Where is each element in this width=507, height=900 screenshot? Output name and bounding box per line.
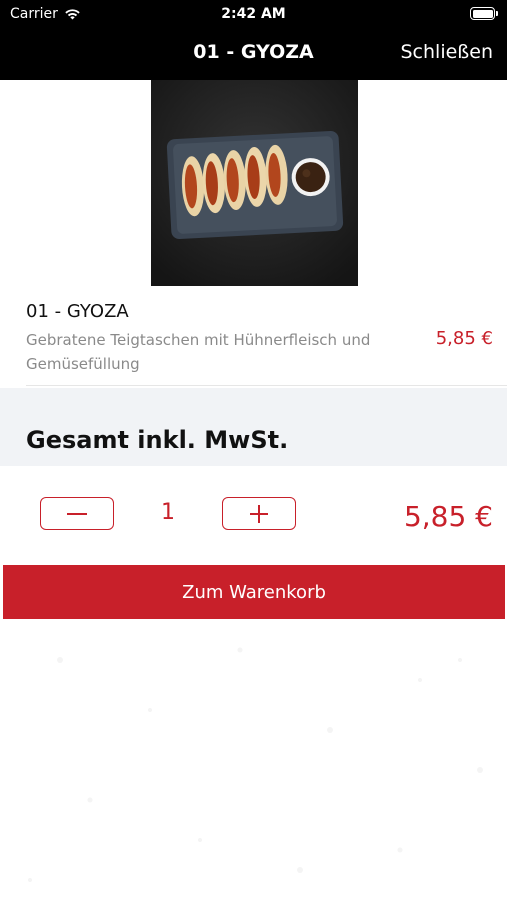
status-time: 2:42 AM — [221, 6, 286, 22]
close-button[interactable]: Schließen — [401, 41, 494, 63]
total-section: Gesamt inkl. MwSt. — [0, 388, 507, 466]
background-pattern — [28, 647, 483, 882]
total-label: Gesamt inkl. MwSt. — [26, 426, 289, 454]
battery-icon — [470, 7, 498, 20]
status-bar: Carrier 2:42 AM — [0, 0, 507, 28]
divider — [26, 385, 507, 386]
quantity-value: 1 — [161, 500, 175, 525]
gyoza-plate-image — [151, 80, 358, 286]
increment-button[interactable] — [222, 497, 296, 530]
decrement-button[interactable] — [40, 497, 114, 530]
minus-icon — [67, 512, 87, 515]
battery-fill — [472, 9, 493, 18]
item-description: Gebratene Teigtaschen mit Hühnerfleisch … — [26, 331, 371, 373]
product-image — [151, 80, 358, 286]
plus-icon — [250, 504, 268, 523]
total-price: 5,85 € — [403, 500, 493, 533]
add-to-cart-button[interactable]: Zum Warenkorb — [3, 565, 505, 619]
navigation-bar: 01 - GYOZA Schließen — [0, 28, 507, 80]
item-price: 5,85 € — [435, 328, 493, 349]
item-title: 01 - GYOZA — [26, 301, 129, 322]
